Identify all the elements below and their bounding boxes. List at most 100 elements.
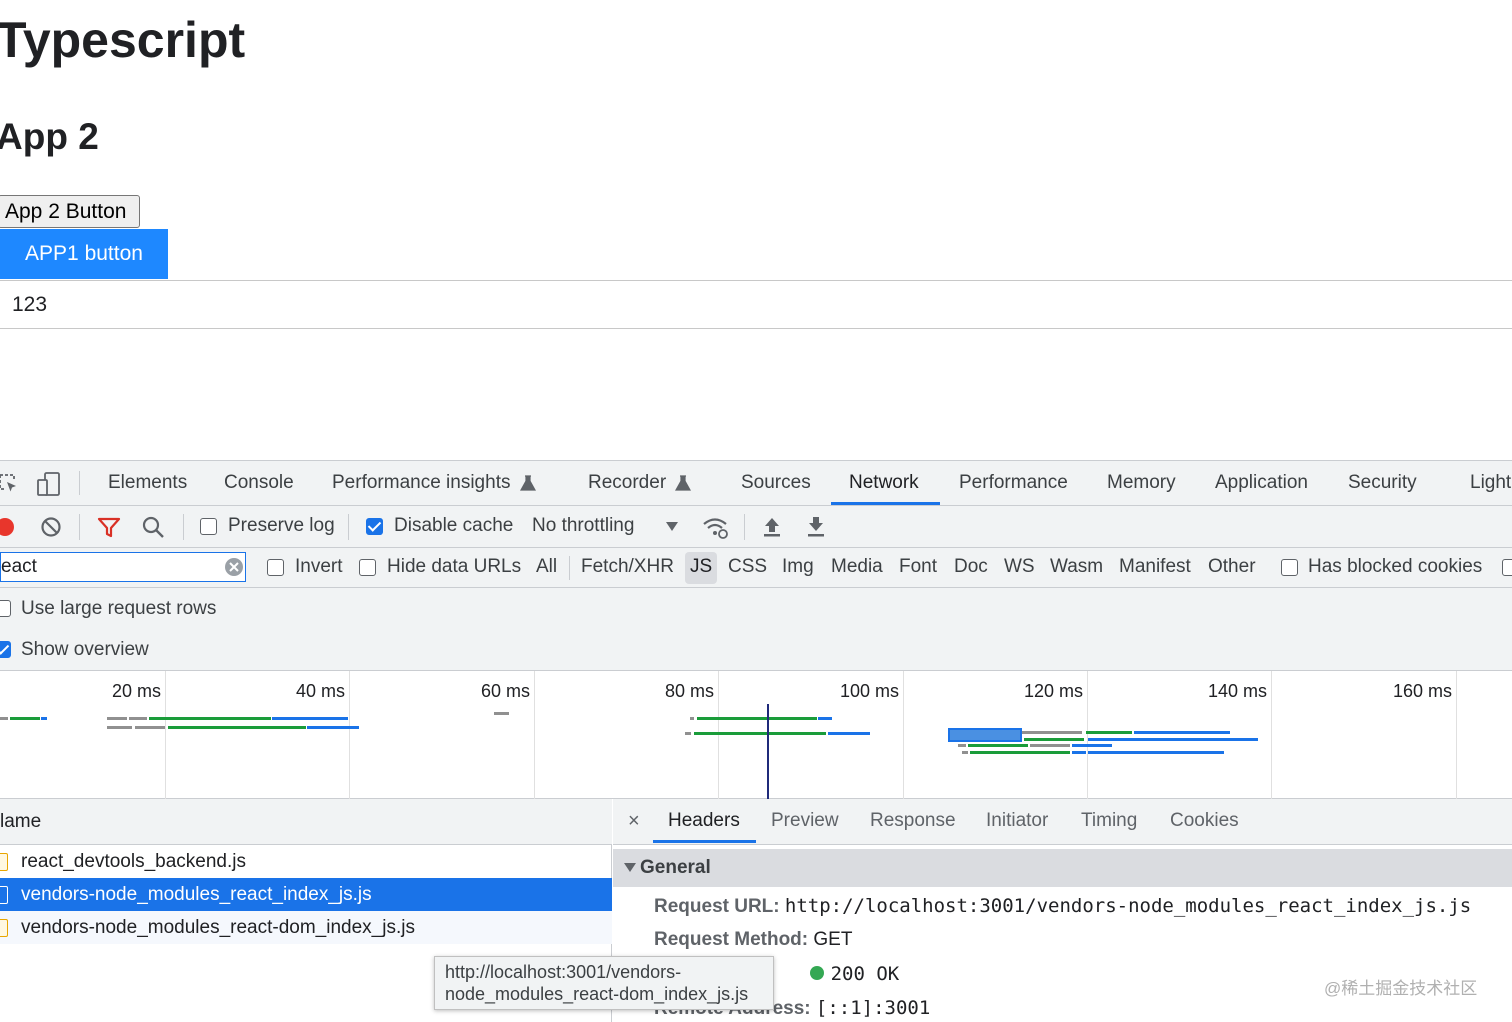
tab-initiator[interactable]: Initiator (986, 799, 1048, 843)
tab-application[interactable]: Application (1215, 461, 1308, 505)
filter-type-wasm[interactable]: Wasm (1050, 556, 1103, 578)
filter-type-all[interactable]: All (536, 556, 557, 578)
filter-type-js[interactable]: JS (690, 556, 712, 578)
filter-type-ws[interactable]: WS (1004, 556, 1035, 578)
table-row-selected[interactable]: vendors-node_modules_react_index_js.js (0, 878, 612, 911)
table-row[interactable]: react_devtools_backend.js (0, 845, 612, 878)
table-row[interactable]: vendors-node_modules_react-dom_index_js.… (0, 911, 612, 944)
tab-security[interactable]: Security (1348, 461, 1417, 505)
status-ok-icon (810, 966, 825, 980)
search-icon[interactable] (142, 516, 166, 540)
divider (0, 280, 1512, 281)
tick-label: 160 ms (1392, 681, 1452, 701)
divider (0, 328, 1512, 329)
inspect-element-icon[interactable] (0, 473, 20, 495)
name-column-header[interactable]: lame (0, 811, 41, 833)
app2-button[interactable]: App 2 Button (0, 195, 140, 228)
current-time-marker (767, 704, 769, 799)
tab-response[interactable]: Response (870, 799, 956, 843)
tick-label: 60 ms (480, 681, 530, 701)
tick-label: 20 ms (111, 681, 161, 701)
general-section-header[interactable]: General (613, 849, 1512, 887)
filter-type-fetch-xhr[interactable]: Fetch/XHR (581, 556, 674, 578)
request-list-header: lame (0, 799, 612, 845)
devtools-tabbar: Elements Console Performance insights Re… (0, 461, 1512, 506)
large-rows-checkbox[interactable] (0, 600, 11, 617)
filter-type-other[interactable]: Other (1208, 556, 1256, 578)
tab-elements[interactable]: Elements (108, 461, 187, 505)
filter-type-media[interactable]: Media (831, 556, 883, 578)
record-icon[interactable] (0, 516, 16, 538)
request-url-row: Request URL: http://localhost:3001/vendo… (654, 895, 1472, 917)
tab-lighthouse[interactable]: Light (1470, 461, 1511, 505)
filter-type-img[interactable]: Img (782, 556, 814, 578)
details-tabbar: × Headers Preview Response Initiator Tim… (613, 799, 1512, 845)
network-toolbar: Preserve log Disable cache No throttling (0, 506, 1512, 548)
chevron-down-icon[interactable] (666, 522, 678, 532)
overview-selection[interactable] (948, 728, 1022, 742)
filter-type-manifest[interactable]: Manifest (1119, 556, 1191, 578)
request-method-value: GET (813, 929, 853, 950)
tab-sources[interactable]: Sources (741, 461, 811, 505)
request-name: react_devtools_backend.js (21, 851, 246, 872)
disable-cache-checkbox[interactable] (366, 518, 383, 535)
active-tab-indicator (831, 502, 940, 505)
device-toolbar-icon[interactable] (36, 471, 62, 497)
tab-console[interactable]: Console (224, 461, 294, 505)
network-conditions-icon[interactable] (701, 514, 729, 540)
value-text: 123 (12, 293, 48, 316)
tick-label: 120 ms (1023, 681, 1083, 701)
request-url-value: http://localhost:3001/vendors-node_modul… (784, 895, 1472, 917)
tab-performance-insights[interactable]: Performance insights (332, 461, 510, 505)
triangle-down-icon (624, 863, 636, 872)
close-details-button[interactable]: × (628, 799, 640, 843)
has-blocked-cookies-checkbox[interactable] (1281, 559, 1298, 576)
filter-type-css[interactable]: CSS (728, 556, 767, 578)
network-settings: Use large request rows Show overview (0, 588, 1512, 671)
tab-recorder[interactable]: Recorder (588, 461, 666, 505)
tab-preview[interactable]: Preview (771, 799, 839, 843)
export-har-icon[interactable] (806, 515, 826, 539)
tab-cookies[interactable]: Cookies (1170, 799, 1239, 843)
clear-filter-icon[interactable] (224, 557, 244, 577)
app1-button[interactable]: APP1 button (0, 229, 168, 279)
watermark: @稀土掘金技术社区 (1324, 979, 1478, 998)
tab-memory[interactable]: Memory (1107, 461, 1176, 505)
invert-checkbox[interactable] (267, 559, 284, 576)
tick-label: 100 ms (839, 681, 899, 701)
show-overview-checkbox[interactable] (0, 641, 11, 658)
flask-icon (520, 475, 536, 491)
remote-address-value: [::1]:3001 (815, 997, 931, 1019)
devtools-panel: Elements Console Performance insights Re… (0, 460, 1512, 1022)
tick-label: 40 ms (295, 681, 345, 701)
invert-label: Invert (295, 556, 343, 577)
page-title: Typescript (0, 12, 246, 68)
import-har-icon[interactable] (762, 515, 782, 539)
app-heading: App 2 (0, 116, 99, 157)
tab-performance[interactable]: Performance (959, 461, 1068, 505)
request-method-row: Request Method: GET (654, 929, 853, 950)
filter-icon[interactable] (97, 517, 121, 539)
active-tab-indicator (653, 840, 756, 843)
preserve-log-checkbox[interactable] (200, 518, 217, 535)
filter-bar: eact Invert Hide data URLs All Fetch/XHR… (0, 548, 1512, 588)
status-code-value: 200 OK (830, 963, 900, 985)
network-overview[interactable]: 20 ms 40 ms 60 ms 80 ms 100 ms 120 ms 14… (0, 671, 1512, 799)
has-blocked-cookies-label: Has blocked cookies (1308, 556, 1483, 577)
hide-data-urls-checkbox[interactable] (359, 559, 376, 576)
tab-network[interactable]: Network (849, 461, 919, 505)
clear-icon[interactable] (40, 516, 62, 538)
disable-cache-label: Disable cache (394, 515, 514, 536)
js-file-icon (0, 919, 8, 937)
blocked-requests-checkbox[interactable] (1502, 559, 1512, 576)
general-section-title: General (640, 857, 711, 878)
filter-input[interactable]: eact (0, 552, 246, 582)
tab-timing[interactable]: Timing (1081, 799, 1137, 843)
throttling-select[interactable]: No throttling (532, 515, 634, 537)
request-name: vendors-node_modules_react-dom_index_js.… (21, 917, 415, 938)
flask-icon (675, 475, 691, 491)
tooltip-line: http://localhost:3001/vendors- (445, 962, 682, 982)
filter-type-font[interactable]: Font (899, 556, 937, 578)
filter-type-doc[interactable]: Doc (954, 556, 988, 578)
tab-headers[interactable]: Headers (668, 799, 740, 843)
